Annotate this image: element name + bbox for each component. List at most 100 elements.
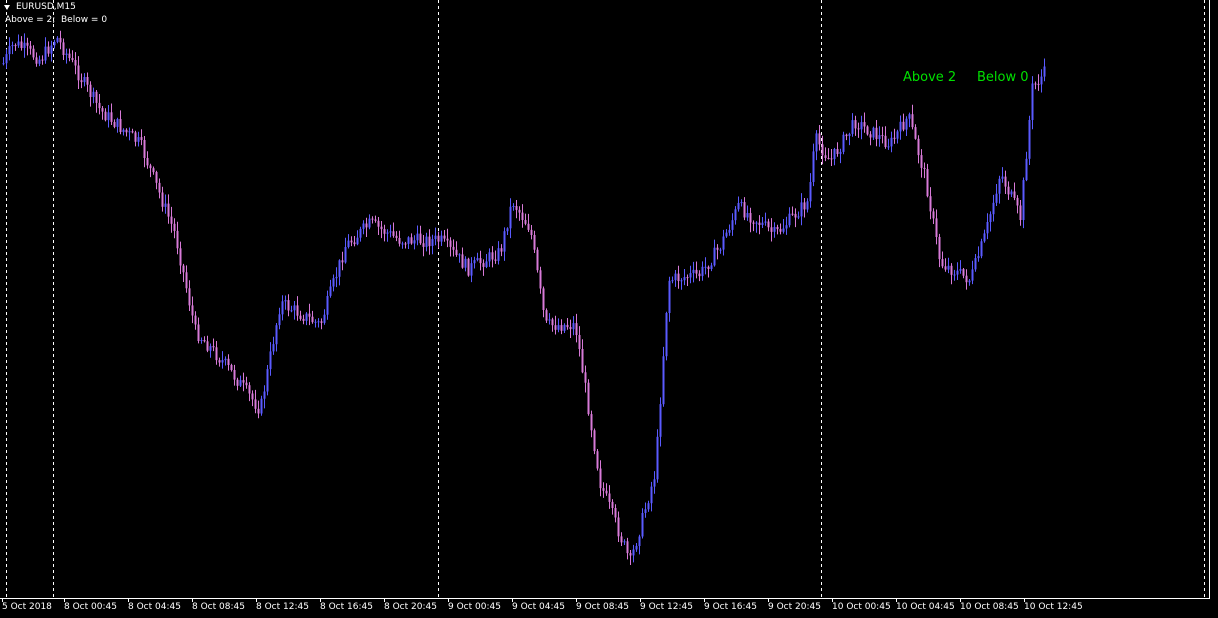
candle-body [938, 237, 941, 260]
candle-body [560, 325, 563, 331]
candlestick-chart[interactable] [0, 0, 1209, 598]
candle-body [932, 211, 935, 219]
candle-body [152, 168, 155, 173]
candle-body [137, 137, 140, 142]
candle-body [176, 230, 179, 249]
candle-body [716, 247, 719, 250]
candle-body [101, 108, 104, 112]
candle-body [173, 223, 176, 231]
candle-body [800, 202, 803, 217]
candle-body [821, 144, 824, 156]
candle-body [185, 272, 188, 289]
candle-body [8, 46, 11, 55]
candle-body [344, 247, 347, 263]
candle-body [389, 231, 392, 233]
candle-body [20, 41, 23, 48]
candle-body [11, 45, 14, 47]
candle-body [1037, 83, 1040, 85]
candle-body [665, 313, 668, 357]
candle-body [443, 235, 446, 239]
candle-body [437, 235, 440, 242]
candle-body [566, 324, 569, 328]
candle-body [302, 318, 305, 321]
candle-body [959, 269, 962, 271]
candle-body [950, 265, 953, 275]
candle-body [578, 335, 581, 349]
candle-body [917, 138, 920, 156]
candle-body [14, 45, 17, 47]
candle-body [47, 46, 50, 54]
candle-body [671, 280, 674, 282]
candle-body [641, 513, 644, 537]
candle-body [989, 214, 992, 222]
candle-body [755, 222, 758, 224]
candle-body [503, 231, 506, 252]
candle-body [401, 243, 404, 245]
candle-body [446, 238, 449, 241]
candle-body [830, 158, 833, 160]
candle-body [362, 223, 365, 229]
candle-body [1043, 66, 1046, 77]
candle-body [26, 42, 29, 46]
candle-body [530, 229, 533, 235]
candle-body [440, 235, 443, 242]
time-axis-label: 8 Oct 20:45 [384, 602, 437, 612]
candle-body [167, 203, 170, 217]
candle-body [632, 549, 635, 556]
candle-body [407, 237, 410, 244]
candle-body [170, 216, 173, 224]
candle-body [926, 169, 929, 197]
candle-body [605, 490, 608, 494]
candle-body [956, 270, 959, 275]
candle-body [236, 379, 239, 386]
candle-body [134, 132, 137, 142]
candle-body [335, 276, 338, 279]
candle-body [620, 536, 623, 543]
candle-body [266, 369, 269, 392]
chart-window[interactable]: EURUSD,M15 Above = 2; Below = 0 Above 2 … [0, 0, 1218, 618]
candle-body [899, 121, 902, 132]
candle-body [701, 266, 704, 277]
candle-body [53, 41, 56, 46]
candle-body [278, 314, 281, 326]
candle-body [890, 137, 893, 147]
candle-body [983, 233, 986, 242]
candle-body [311, 316, 314, 323]
candle-body [827, 158, 830, 159]
symbol-timeframe: EURUSD,M15 [16, 2, 76, 12]
price-chart-area[interactable] [0, 0, 1210, 599]
candle-body [200, 340, 203, 341]
candle-body [845, 134, 848, 137]
candle-body [875, 127, 878, 140]
candle-body [809, 182, 812, 202]
candle-body [467, 258, 470, 276]
time-axis-label: 10 Oct 12:45 [1024, 602, 1083, 612]
candle-body [833, 149, 836, 160]
candle-body [893, 137, 896, 139]
candle-body [683, 277, 686, 281]
dropdown-triangle-icon[interactable] [4, 5, 10, 10]
candle-body [113, 122, 116, 127]
time-axis-label: 9 Oct 20:45 [768, 602, 821, 612]
candle-body [410, 237, 413, 244]
candle-body [56, 37, 59, 42]
candle-body [212, 346, 215, 348]
candle-body [953, 274, 956, 276]
candle-body [731, 220, 734, 230]
candle-body [539, 270, 542, 289]
candle-body [155, 172, 158, 183]
candle-body [38, 59, 41, 64]
candle-body [320, 321, 323, 323]
candle-body [998, 178, 1001, 194]
candle-body [548, 319, 551, 321]
candle-body [497, 248, 500, 261]
time-axis-label: 8 Oct 16:45 [320, 602, 373, 612]
candle-body [521, 212, 524, 220]
candle-body [107, 112, 110, 121]
candle-body [536, 249, 539, 271]
candle-body [581, 349, 584, 373]
candle-body [599, 468, 602, 489]
candle-body [434, 235, 437, 240]
time-axis: 5 Oct 2018 8 Oct 00:45 8 Oct 04:45 8 Oct 08… [0, 599, 1210, 618]
candle-body [62, 42, 65, 55]
